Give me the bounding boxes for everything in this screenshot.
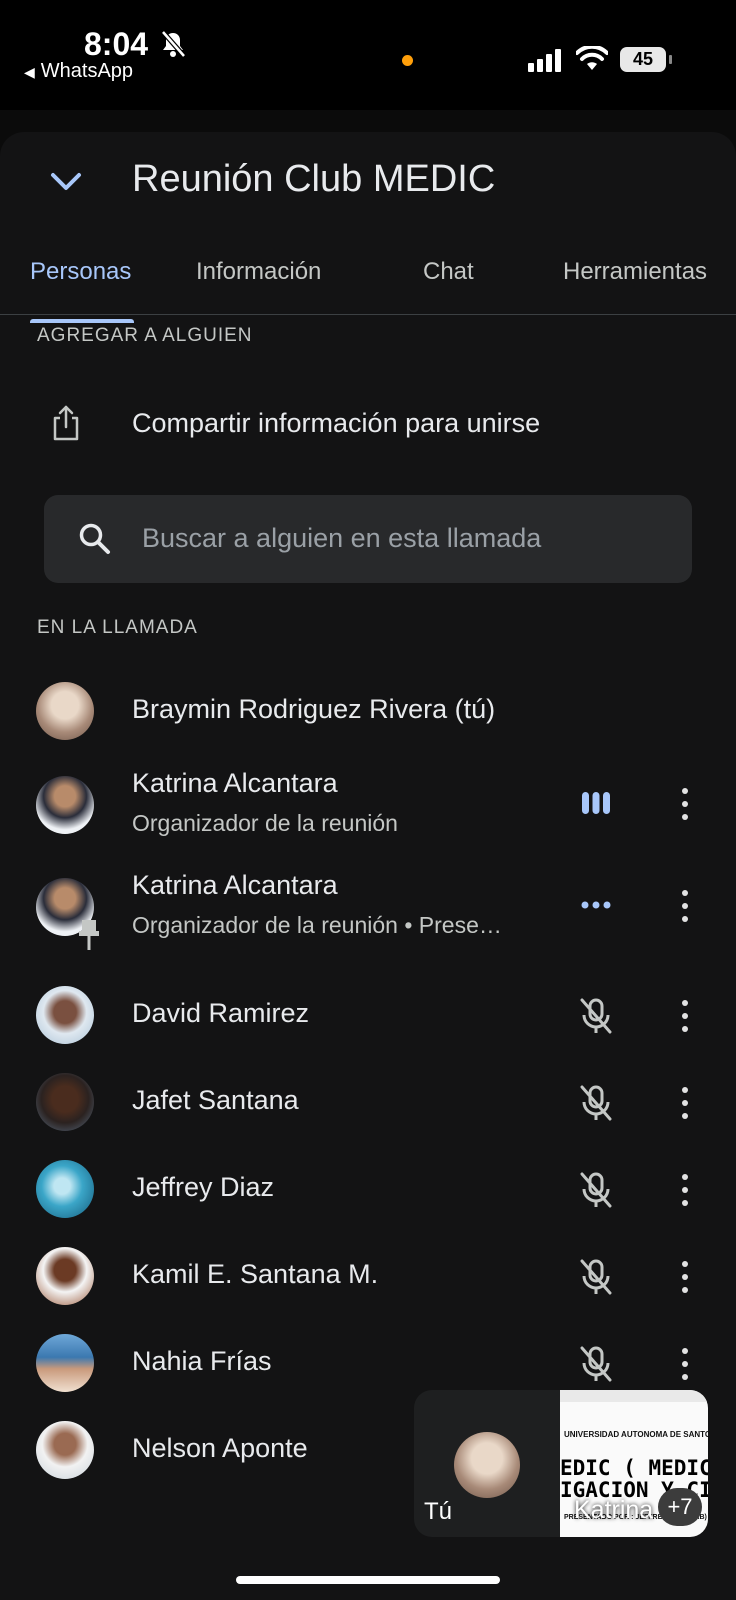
slide-toolbar [560,1390,708,1402]
avatar [36,1160,94,1218]
in-call-heading: EN LA LLAMADA [37,617,198,638]
avatar [36,1421,94,1479]
participant-row[interactable]: David Ramirez [0,986,736,1072]
avatar [36,986,94,1044]
mic-off-icon [580,998,612,1034]
avatar [36,1334,94,1392]
avatar [36,682,94,740]
more-options-icon[interactable] [670,1083,700,1123]
people-panel: Reunión Club MEDIC Personas Información … [0,132,736,1600]
participant-name: Jeffrey Diaz [132,1172,275,1202]
mic-off-icon [580,1172,612,1208]
mic-off-icon [580,1085,612,1121]
picture-in-picture-tile[interactable]: Tú UNIVERSIDAD AUTONOMA DE SANTO DOMINGO… [414,1390,708,1537]
more-options-icon[interactable] [670,996,700,1036]
tab-chat[interactable]: Chat [423,252,474,314]
mic-off-icon [580,1259,612,1295]
participant-name: David Ramirez [132,998,310,1028]
presenter-name: Katrina [574,1496,654,1524]
search-icon [79,523,110,554]
more-participants-badge: +7 [658,1488,702,1526]
participant-role: Organizador de la reunión • Prese… [132,912,502,938]
tab-personas[interactable]: Personas [30,252,131,314]
status-bar: 8:04 ◀ WhatsApp 45 [0,0,736,110]
participant-row[interactable]: Katrina Alcantara Organizador de la reun… [0,762,736,848]
battery-tip [669,55,672,64]
home-indicator[interactable] [236,1576,500,1584]
slide-text: UNIVERSIDAD AUTONOMA DE SANTO DOMINGO [564,1430,708,1439]
share-join-info-button[interactable]: Compartir información para unirse [0,384,736,464]
self-video-tile: Tú [414,1390,560,1537]
participant-row[interactable]: Kamil E. Santana M. [0,1247,736,1333]
avatar [454,1432,520,1498]
active-tab-indicator [30,319,134,323]
participant-name: Nahia Frías [132,1346,272,1376]
share-join-info-label: Compartir información para unirse [132,408,541,438]
meeting-title: Reunión Club MEDIC [132,158,496,200]
more-options-icon[interactable] [670,784,700,824]
more-options-icon[interactable] [670,1344,700,1384]
tab-informacion[interactable]: Información [196,252,321,314]
participant-row[interactable]: Jafet Santana [0,1073,736,1159]
more-options-icon[interactable] [670,1170,700,1210]
wifi-icon [576,46,608,70]
back-app-label: WhatsApp [40,60,134,82]
participant-row[interactable]: Braymin Rodriguez Rivera (tú) [0,668,736,754]
participant-name: Braymin Rodriguez Rivera (tú) [132,694,496,724]
chevron-down-icon[interactable] [46,168,86,194]
search-input[interactable] [140,515,664,561]
slide-text: EDIC ( MEDICINA [560,1456,708,1480]
mic-in-use-indicator [402,55,413,66]
tab-herramientas[interactable]: Herramientas [563,252,707,314]
participant-row[interactable]: Katrina Alcantara Organizador de la reun… [0,864,736,950]
participant-role: Organizador de la reunión [132,810,398,836]
tab-bar: Personas Información Chat Herramientas [0,252,736,315]
self-label: Tú [424,1498,453,1525]
participant-name: Kamil E. Santana M. [132,1259,379,1289]
avatar [36,1247,94,1305]
clock: 8:04 [84,26,149,62]
participant-name: Katrina Alcantara [132,870,338,900]
participant-name: Jafet Santana [132,1085,299,1115]
share-icon [53,405,79,441]
participant-name: Nelson Aponte [132,1433,308,1463]
back-to-app-link[interactable]: ◀ WhatsApp [24,60,133,83]
more-options-icon[interactable] [670,886,700,926]
mic-off-icon [580,1346,612,1382]
more-options-icon[interactable] [670,1257,700,1297]
participant-row[interactable]: Jeffrey Diaz [0,1160,736,1246]
pin-icon [79,920,99,950]
avatar [36,1073,94,1131]
search-bar[interactable] [44,495,692,583]
battery-level: 45 [620,47,666,72]
bell-muted-icon [161,30,186,58]
participant-name: Katrina Alcantara [132,768,338,798]
avatar [36,776,94,834]
back-arrow-icon: ◀ [24,64,35,80]
cellular-signal-icon [528,48,564,72]
presenting-indicator-icon [581,901,611,909]
add-someone-heading: AGREGAR A ALGUIEN [37,325,253,346]
speaking-indicator-icon [582,792,610,814]
